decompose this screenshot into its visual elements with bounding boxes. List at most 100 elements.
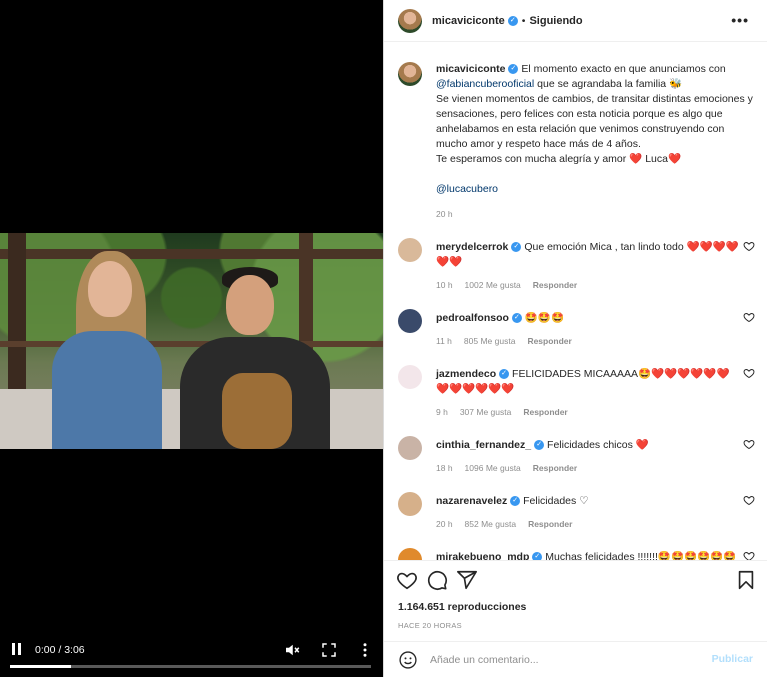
comment-time: 20 h (436, 519, 453, 529)
caption-text: El momento exacto en que anunciamos con (521, 63, 726, 75)
comments-list[interactable]: micaviciconte ✓ El momento exacto en que … (384, 52, 767, 560)
comment-like-icon[interactable] (743, 367, 755, 379)
video-progress-bar[interactable] (10, 665, 371, 668)
comment-like-icon[interactable] (743, 550, 755, 560)
post-header: micaviciconte ✓ • Siguiendo ••• (384, 0, 767, 42)
post-caption: micaviciconte ✓ El momento exacto en que … (384, 52, 767, 222)
verified-icon: ✓ (511, 313, 522, 324)
woman-figure (52, 331, 162, 449)
comment-text: Muchas felicidades !!!!!!!🤩🤩🤩🤩🤩🤩 (545, 551, 737, 560)
avatar[interactable] (398, 8, 422, 33)
comment-text: Felicidades chicos ❤️ (547, 439, 649, 451)
mention-link[interactable]: @lucacubero (436, 183, 498, 195)
comment-item: nazarenavelez ✓ Felicidades ♡ 20 h 852 Me g… (384, 492, 767, 532)
avatar[interactable] (398, 365, 422, 389)
avatar[interactable] (398, 238, 422, 262)
comment-text: Felicidades ♡ (523, 495, 589, 507)
comment-username[interactable]: mirakebueno_mdp (436, 551, 529, 560)
comment-like-icon[interactable] (743, 240, 755, 252)
video-time: 0:00 / 3:06 (35, 644, 85, 656)
man-head (226, 275, 274, 335)
avatar[interactable] (398, 548, 422, 560)
comment-time: 18 h (436, 463, 453, 473)
woman-head (88, 261, 132, 317)
comment-text: 🤩🤩🤩 (524, 312, 565, 324)
comment-like-icon[interactable] (743, 494, 755, 506)
shirt-print (222, 373, 292, 449)
header-username[interactable]: micaviciconte (432, 15, 505, 27)
caption-username[interactable]: micaviciconte (436, 63, 505, 75)
reply-button[interactable]: Responder (533, 280, 577, 290)
verified-icon: ✓ (510, 496, 521, 507)
comment-like-icon[interactable] (743, 438, 755, 450)
pergola-beam (0, 249, 383, 259)
comment-username[interactable]: merydelcerrok (436, 241, 508, 253)
verified-icon: ✓ (511, 242, 522, 253)
verified-icon: ✓ (499, 369, 510, 380)
avatar[interactable] (398, 62, 422, 86)
caption-text: que se agrandaba la familia 🐝 (537, 78, 683, 90)
pergola-rail (0, 341, 383, 347)
comment-username[interactable]: cinthia_fernandez_ (436, 439, 531, 451)
verified-icon: ✓ (508, 64, 519, 75)
comment-likes[interactable]: 307 Me gusta (460, 407, 512, 417)
reply-button[interactable]: Responder (528, 519, 572, 529)
emoji-icon[interactable] (398, 650, 418, 670)
heart-emoji: ❤️ (667, 153, 682, 165)
comment-likes[interactable]: 1002 Me gusta (465, 280, 521, 290)
caption-time: 20 h (436, 209, 453, 219)
video-player[interactable]: 0:00 / 3:06 (0, 0, 383, 677)
mute-icon[interactable] (283, 641, 301, 659)
comment-item: merydelcerrok ✓ Que emoción Mica , tan li… (384, 238, 767, 293)
comment-composer: Publicar (384, 641, 767, 677)
share-icon[interactable] (456, 569, 478, 591)
following-button[interactable]: Siguiendo (529, 15, 582, 27)
more-vertical-icon[interactable] (356, 641, 374, 659)
post-timestamp: HACE 20 HORAS (398, 621, 462, 630)
more-options-icon[interactable]: ••• (731, 12, 749, 28)
video-frame[interactable] (0, 233, 383, 449)
comment-item: mirakebueno_mdp ✓ Muchas felicidades !!!!… (384, 548, 767, 560)
comment-time: 9 h (436, 407, 448, 417)
post-sidebar: micaviciconte ✓ • Siguiendo ••• micavici… (383, 0, 767, 677)
comment-container: merydelcerrok ✓ Que emoción Mica , tan li… (384, 238, 767, 560)
comment-item: jazmendeco ✓ FELICIDADES MICAAAAA🤩❤️❤️❤️❤… (384, 365, 767, 420)
video-progress-fill (10, 665, 72, 668)
verified-icon: ✓ (534, 440, 545, 451)
post-viewer: 0:00 / 3:06 micaviciconte ✓ • Siguiendo … (0, 0, 767, 677)
comment-username[interactable]: pedroalfonsoo (436, 312, 509, 324)
fullscreen-icon[interactable] (320, 641, 338, 659)
comment-like-icon[interactable] (743, 311, 755, 323)
post-actions: 1.164.651 reproducciones HACE 20 HORAS (384, 560, 767, 640)
comment-input[interactable] (430, 653, 700, 666)
caption-text: Luca (645, 153, 668, 165)
bookmark-icon[interactable] (735, 569, 757, 591)
heart-icon[interactable] (396, 569, 418, 591)
view-count[interactable]: 1.164.651 reproducciones (398, 601, 526, 613)
comment-icon[interactable] (426, 569, 448, 591)
comment-username[interactable]: jazmendeco (436, 368, 496, 380)
caption-text: Te esperamos con mucha alegría y amor (436, 153, 627, 165)
avatar[interactable] (398, 309, 422, 333)
comment-time: 10 h (436, 280, 453, 290)
verified-icon: ✓ (507, 15, 518, 26)
video-controls: 0:00 / 3:06 (0, 633, 383, 677)
comment-item: cinthia_fernandez_ ✓ Felicidades chicos ❤… (384, 436, 767, 476)
caption-text: Se vienen momentos de cambios, de transi… (436, 93, 753, 150)
reply-button[interactable]: Responder (527, 336, 571, 346)
publish-button[interactable]: Publicar (712, 653, 753, 665)
comment-likes[interactable]: 1096 Me gusta (465, 463, 521, 473)
comment-time: 11 h (436, 336, 452, 346)
comment-username[interactable]: nazarenavelez (436, 495, 507, 507)
avatar[interactable] (398, 436, 422, 460)
verified-icon: ✓ (532, 552, 543, 560)
heart-emoji: ❤️ (629, 153, 643, 165)
play-pause-icon[interactable] (12, 643, 26, 657)
reply-button[interactable]: Responder (523, 407, 567, 417)
avatar[interactable] (398, 492, 422, 516)
mention-link[interactable]: @fabiancuberooficial (436, 78, 534, 90)
comment-likes[interactable]: 805 Me gusta (464, 336, 516, 346)
reply-button[interactable]: Responder (533, 463, 577, 473)
comment-likes[interactable]: 852 Me gusta (465, 519, 517, 529)
separator: • (521, 14, 526, 27)
